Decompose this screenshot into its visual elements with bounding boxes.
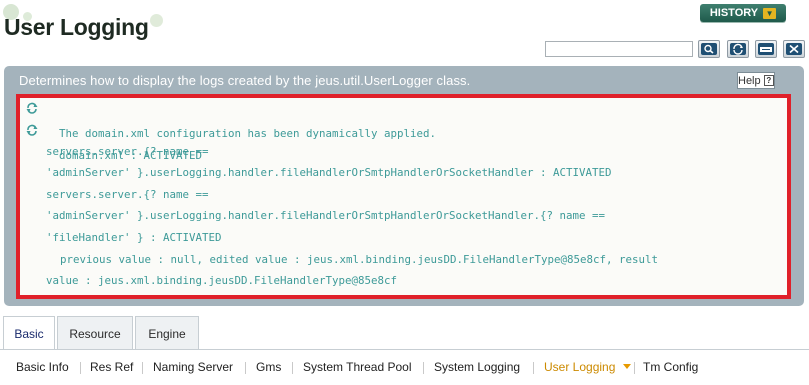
divider	[423, 362, 424, 374]
divider	[533, 362, 534, 374]
refresh-icon	[26, 102, 38, 114]
chevron-down-icon: ▼	[763, 7, 777, 19]
question-icon: ?	[763, 75, 774, 86]
search-button[interactable]	[698, 40, 720, 58]
history-button[interactable]: HISTORY ▼	[700, 4, 786, 22]
divider	[245, 362, 246, 374]
subnav-system-thread-pool[interactable]: System Thread Pool	[303, 360, 412, 374]
sub-navigation: Basic Info Res Ref Naming Server Gms Sys…	[0, 360, 809, 376]
subnav-tm-config[interactable]: Tm Config	[643, 360, 698, 374]
decor-dot	[150, 14, 163, 27]
subnav-basic-info[interactable]: Basic Info	[16, 360, 69, 374]
tab-engine[interactable]: Engine	[135, 316, 199, 350]
subnav-res-ref[interactable]: Res Ref	[90, 360, 133, 374]
help-label: Help	[738, 74, 761, 87]
subnav-gms[interactable]: Gms	[256, 360, 281, 374]
tab-resource[interactable]: Resource	[57, 316, 133, 350]
subnav-system-logging[interactable]: System Logging	[434, 360, 520, 374]
message-line: servers.server.{? name ==	[46, 188, 209, 201]
tab-divider	[0, 349, 809, 350]
history-label: HISTORY	[709, 7, 759, 19]
refresh-icon	[26, 124, 38, 136]
message-line: servers.server.{? name ==	[46, 145, 209, 158]
divider	[142, 362, 143, 374]
page-title: User Logging	[4, 14, 149, 40]
tab-basic[interactable]: Basic	[3, 316, 55, 350]
search-input[interactable]	[545, 41, 693, 57]
search-icon	[701, 43, 717, 55]
divider	[292, 362, 293, 374]
help-button[interactable]: Help ?	[737, 72, 775, 89]
panel-description: Determines how to display the logs creat…	[19, 73, 471, 88]
export-xml-button[interactable]	[755, 40, 777, 58]
close-icon	[786, 43, 802, 55]
refresh-icon	[730, 43, 746, 55]
export-xml-icon	[758, 43, 774, 55]
divider	[80, 362, 81, 374]
close-button[interactable]	[783, 40, 805, 58]
message-line: previous value : null, edited value : je…	[60, 253, 659, 266]
subnav-user-logging[interactable]: User Logging	[544, 360, 615, 374]
refresh-button[interactable]	[727, 40, 749, 58]
message-line: 'adminServer' }.userLogging.handler.file…	[46, 166, 612, 179]
chevron-down-icon	[623, 364, 631, 369]
divider	[634, 362, 635, 374]
message-line: 'adminServer' }.userLogging.handler.file…	[46, 209, 606, 222]
subnav-naming-server[interactable]: Naming Server	[153, 360, 233, 374]
message-line: 'fileHandler' } : ACTIVATED	[46, 231, 222, 244]
message-line: value : jeus.xml.binding.jeusDD.FileHand…	[46, 274, 398, 287]
